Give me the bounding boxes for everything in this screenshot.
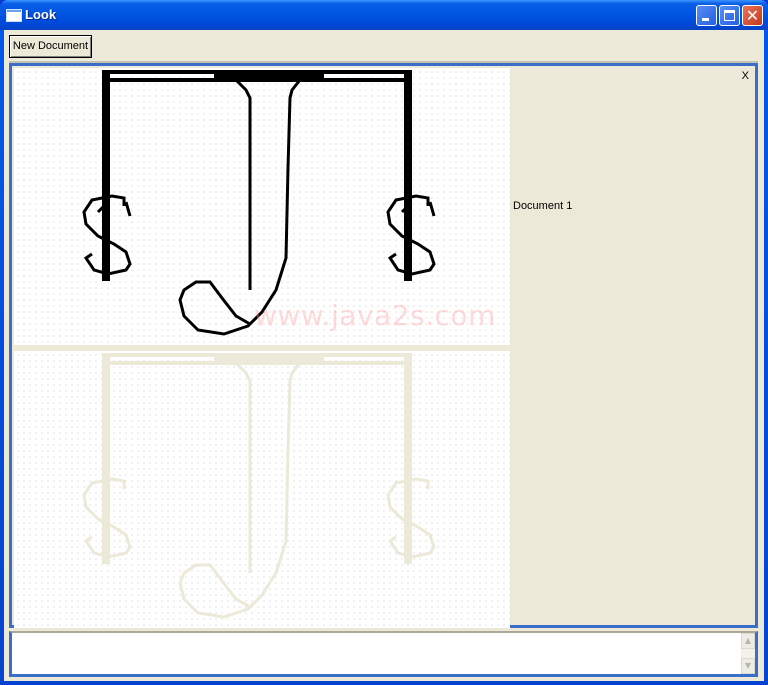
scroll-up-button[interactable]: ▲ xyxy=(741,633,755,649)
minimize-icon xyxy=(702,18,709,21)
j-letter-top xyxy=(178,78,302,336)
logo-strokes-bottom xyxy=(102,353,412,564)
app-window: Look ✕ New Document X Document 1 www.jav… xyxy=(0,0,768,685)
scroll-down-button[interactable]: ▼ xyxy=(741,658,755,674)
window-icon xyxy=(6,9,22,22)
document-pane: X Document 1 www.java2s.com xyxy=(9,63,758,628)
title-bar[interactable]: Look ✕ xyxy=(0,0,768,30)
minimize-button[interactable] xyxy=(696,5,717,26)
watermark-text: www.java2s.com xyxy=(254,299,496,332)
logo-strokes-top xyxy=(102,70,412,281)
drawing-canvas-bottom[interactable] xyxy=(14,351,510,628)
document-label: Document 1 xyxy=(513,200,573,212)
vertical-scrollbar[interactable]: ▲ ▼ xyxy=(741,633,755,674)
drawing-canvas-top[interactable]: www.java2s.com xyxy=(14,68,510,345)
window-title: Look xyxy=(25,7,57,22)
output-text-area[interactable]: ▲ ▼ xyxy=(9,631,758,677)
j-letter-bottom xyxy=(178,361,302,619)
close-icon: ✕ xyxy=(745,6,760,25)
client-area: New Document X Document 1 www.java2s.com… xyxy=(4,30,764,681)
logo-drawing-bottom xyxy=(82,353,436,619)
new-document-button[interactable]: New Document xyxy=(9,35,92,58)
maximize-button[interactable] xyxy=(719,5,740,26)
maximize-icon xyxy=(724,10,735,21)
close-document-button[interactable]: X xyxy=(742,70,749,82)
close-button[interactable]: ✕ xyxy=(742,5,763,26)
